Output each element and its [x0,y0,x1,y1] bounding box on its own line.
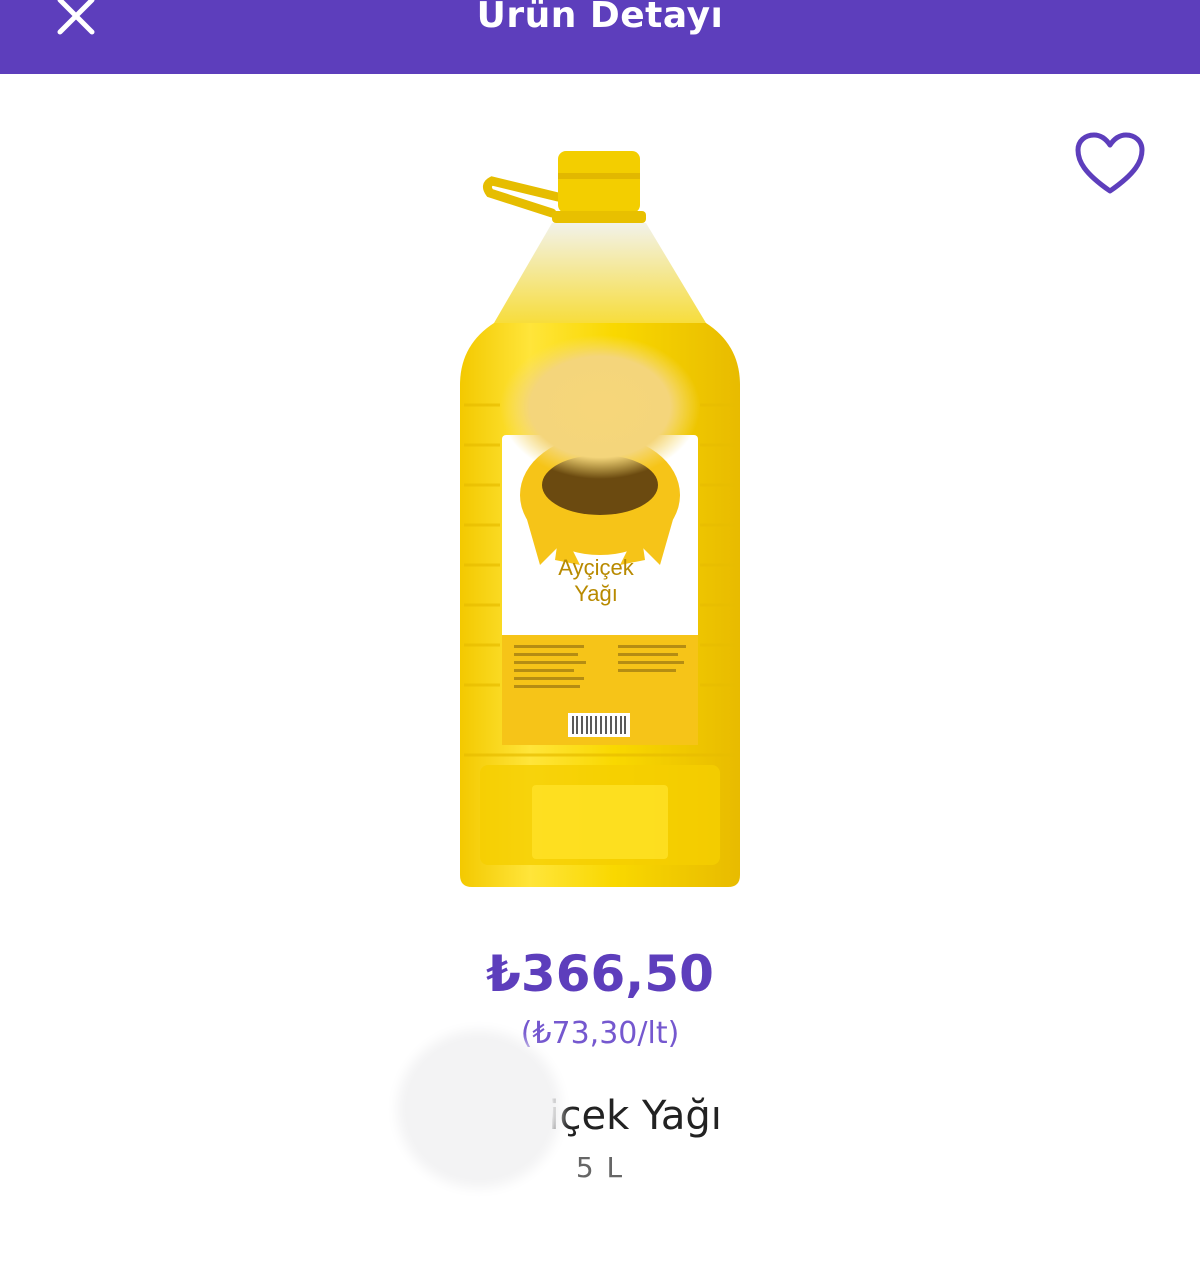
favorite-button[interactable] [1068,124,1152,204]
page-title: Ürün Detayı [476,0,724,36]
top-bar: Ürün Detayı [0,0,1200,74]
label-line-1: Ayçiçek [558,555,634,580]
unit-price: (₺73,30/lt) [520,1016,680,1051]
product-image: Ayçiçek Yağı [460,151,740,887]
product-size: 5 L [575,1151,625,1184]
heart-outline-icon [1075,132,1145,194]
label-line-2: Yağı [574,581,618,606]
product-price: ₺366,50 [486,945,714,1003]
product-name: Ayçiçek Yağı [0,1090,1200,1142]
